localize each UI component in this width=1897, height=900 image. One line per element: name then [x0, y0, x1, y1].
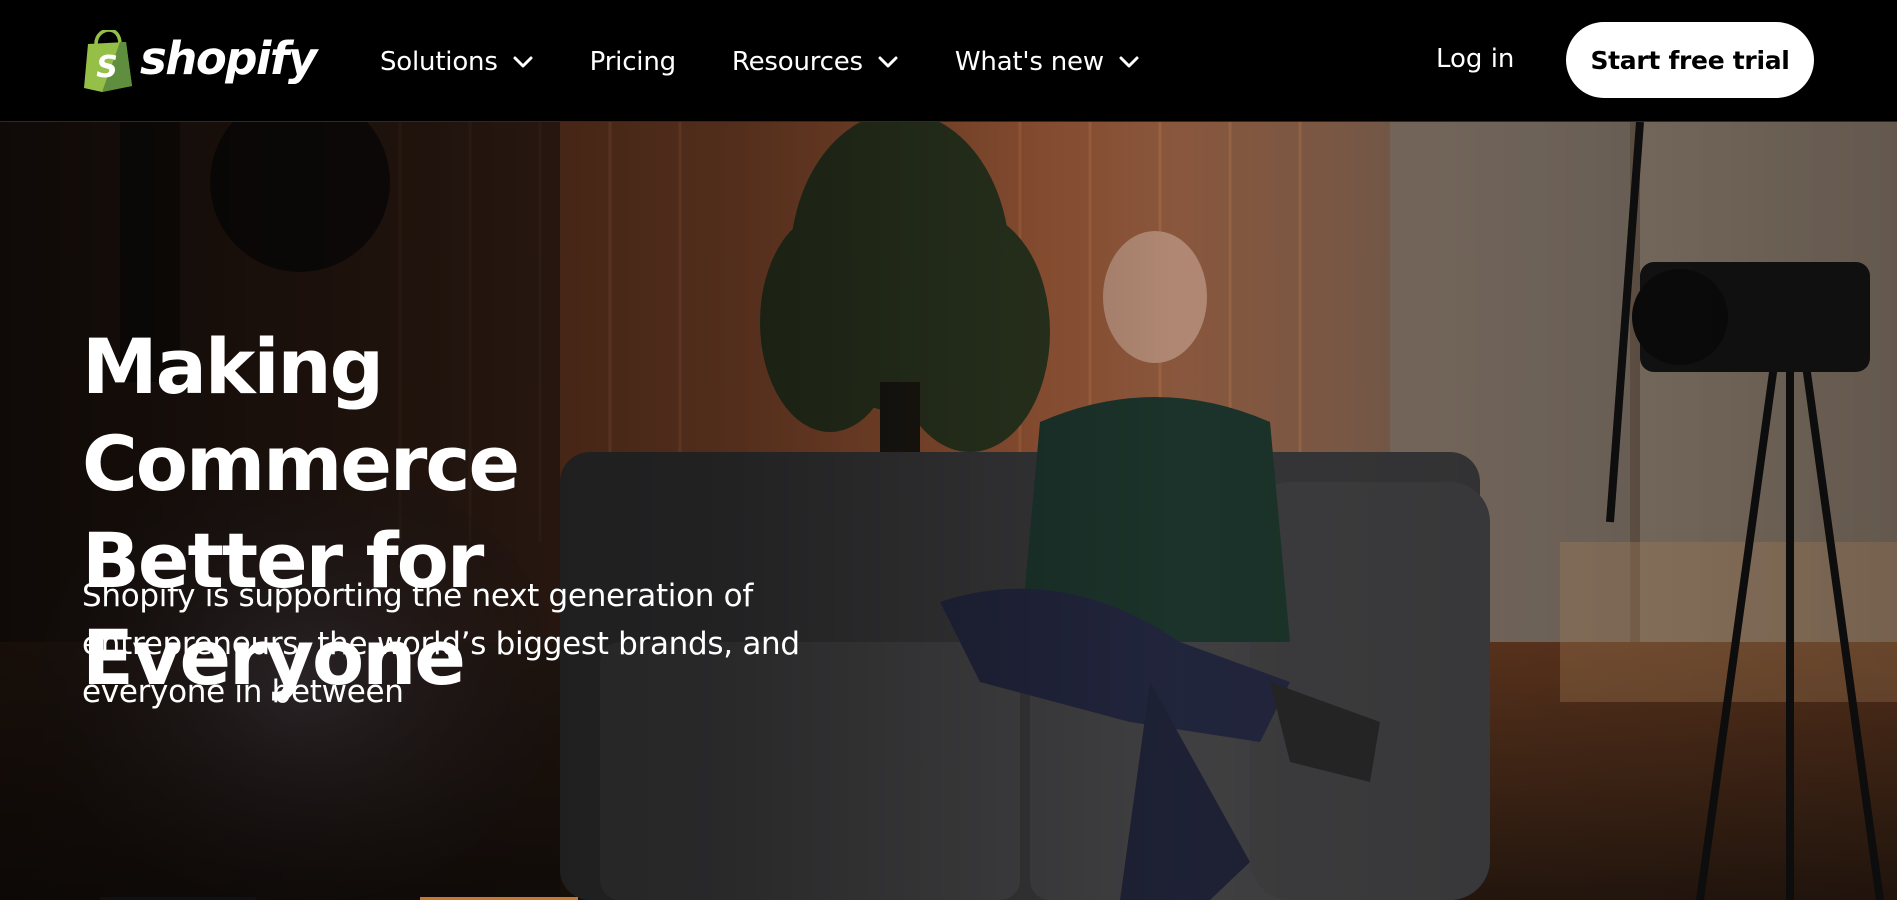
site-header: S shopify Solutions Pricing Resources Wh…: [0, 0, 1897, 122]
brand-wordmark: shopify: [140, 31, 317, 85]
hero-section: Making Commerce Better for Everyone Shop…: [0, 122, 1897, 900]
nav-resources-label: Resources: [731, 47, 863, 77]
start-free-trial-button[interactable]: Start free trial: [1566, 22, 1814, 98]
nav-whats-new[interactable]: What's new: [955, 47, 1140, 77]
chevron-down-icon: [513, 56, 533, 68]
nav-pricing-label: Pricing: [589, 47, 676, 77]
nav-pricing[interactable]: Pricing: [590, 47, 676, 77]
hero-title-line-1: Making Commerce: [82, 322, 520, 508]
login-link[interactable]: Log in: [1436, 44, 1514, 74]
nav-whats-new-label: What's new: [954, 47, 1104, 77]
svg-text:S: S: [96, 50, 118, 85]
main-nav: Solutions Pricing Resources What's new: [380, 38, 1196, 86]
nav-solutions-label: Solutions: [380, 47, 498, 77]
chevron-down-icon: [1119, 56, 1139, 68]
nav-solutions[interactable]: Solutions: [380, 47, 534, 77]
nav-resources[interactable]: Resources: [732, 47, 899, 77]
shopping-bag-icon: S: [84, 30, 132, 92]
chevron-down-icon: [878, 56, 898, 68]
shopify-logo[interactable]: S shopify: [82, 29, 317, 93]
hero-subtitle: Shopify is supporting the next generatio…: [82, 578, 800, 710]
